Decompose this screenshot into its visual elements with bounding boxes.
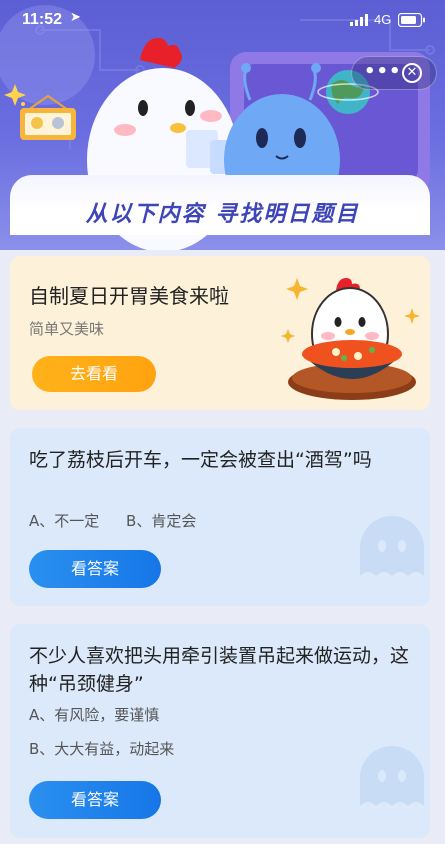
question-card-1: 吃了荔枝后开车，一定会被查出“酒驾”吗 A、不一定 B、肯定会 看答案 [10, 428, 430, 606]
more-icon[interactable]: ••• [364, 61, 402, 82]
banner-title: 从以下内容 寻找明日题目 [85, 202, 360, 227]
feature-title: 自制夏日开胃美食来啦 [29, 284, 229, 308]
chicken-soup-illustration [281, 278, 420, 400]
option-a: A、有风险，要谨慎 [29, 706, 160, 724]
status-bar: 11:52 ➤ 4G [0, 0, 445, 42]
feature-card[interactable]: 自制夏日开胃美食来啦 简单又美味 去看看 [10, 256, 430, 410]
question-title: 不少人喜欢把头用牵引装置吊起来做运动，这种“吊颈健身” [29, 645, 410, 695]
mini-program-capsule: ••• ✕ [351, 56, 437, 90]
header-hero: 11:52 ➤ 4G ••• ✕ 从以下内容 寻找明日题目 [0, 0, 445, 250]
status-time: 11:52 [22, 11, 63, 28]
option-b: B、肯定会 [126, 512, 197, 530]
question-title: 吃了荔枝后开车，一定会被查出“酒驾”吗 [29, 449, 372, 471]
feature-subtitle: 简单又美味 [29, 320, 105, 338]
option-b: B、大大有益，动起来 [29, 740, 175, 758]
close-icon[interactable]: ✕ [402, 63, 422, 83]
location-icon: ➤ [70, 10, 81, 25]
signal-icon [350, 14, 368, 26]
network-type: 4G [374, 12, 392, 27]
battery-icon [398, 13, 425, 27]
option-a: A、不一定 [29, 512, 100, 530]
view-answer-button[interactable]: 看答案 [29, 550, 161, 588]
question-options: A、不一定 B、肯定会 [29, 510, 196, 531]
view-answer-button[interactable]: 看答案 [29, 781, 161, 819]
go-look-button[interactable]: 去看看 [32, 356, 156, 392]
ghost-watermark-icon [360, 746, 424, 806]
question-card-2: 不少人喜欢把头用牵引装置吊起来做运动，这种“吊颈健身” A、有风险，要谨慎 B、… [10, 624, 430, 838]
ghost-watermark-icon [360, 516, 424, 576]
